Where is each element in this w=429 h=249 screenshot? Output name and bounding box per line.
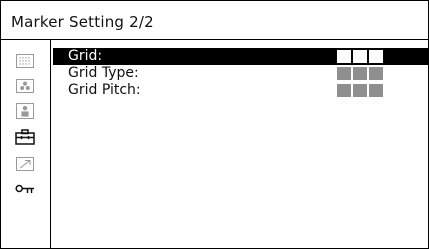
marker-setting-panel: Marker Setting 2/2 Grid: Grid Type: Grid… xyxy=(0,0,429,249)
menu-item-label: Grid Pitch: xyxy=(68,82,141,98)
menu-content: Grid: Grid Type: Grid Pitch: xyxy=(51,40,429,248)
arrow-icon[interactable] xyxy=(14,156,36,172)
grid-dots-icon[interactable] xyxy=(14,53,36,69)
three-blocks-icon xyxy=(337,50,384,63)
three-blocks-icon xyxy=(337,84,384,97)
page-title: Marker Setting 2/2 xyxy=(11,13,154,31)
menu-item-grid-type[interactable]: Grid Type: xyxy=(53,65,429,82)
menu-item-label: Grid: xyxy=(68,48,103,64)
key-icon[interactable] xyxy=(14,181,36,197)
menu-item-grid[interactable]: Grid: xyxy=(53,48,429,65)
menu-item-label: Grid Type: xyxy=(68,65,139,81)
person-icon[interactable] xyxy=(14,103,36,119)
menu-item-grid-pitch[interactable]: Grid Pitch: xyxy=(53,82,429,99)
three-blocks-icon xyxy=(337,67,384,80)
sidebar xyxy=(1,40,51,248)
toolbox-icon[interactable] xyxy=(14,129,36,145)
color-dots-icon[interactable] xyxy=(14,78,36,94)
title-bar: Marker Setting 2/2 xyxy=(1,1,428,40)
